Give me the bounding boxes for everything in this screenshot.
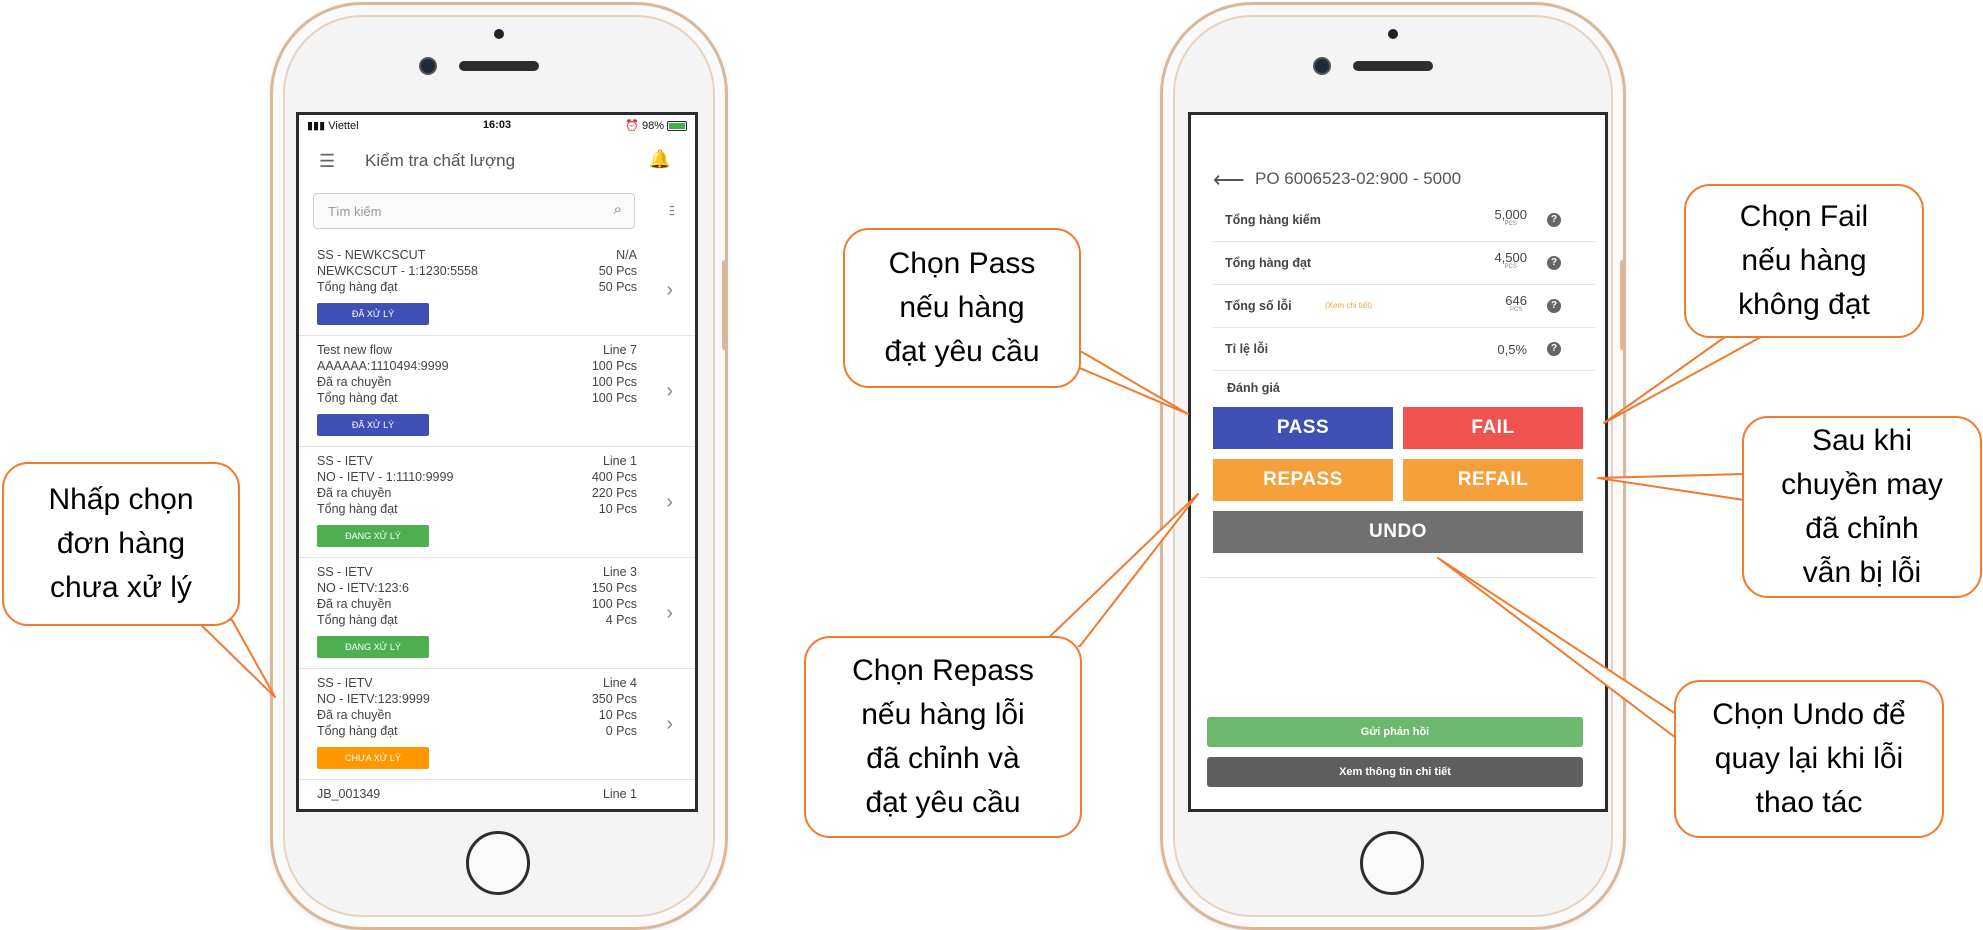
callout-select-order: Nhấp chọn đơn hàng chưa xử lý	[2, 462, 240, 626]
callout-undo: Chọn Undo để quay lại khi lỗi thao tác	[1674, 680, 1944, 838]
callout-refail: Sau khi chuyền may đã chỉnh vẫn bị lỗi	[1742, 416, 1982, 598]
pointer-repass	[1039, 493, 1199, 647]
callout-fail: Chọn Fail nếu hàng không đạt	[1684, 184, 1924, 338]
pointer-fail	[1603, 331, 1771, 424]
callout-pass: Chọn Pass nếu hàng đạt yêu cầu	[843, 228, 1081, 388]
pointer-undo	[1437, 557, 1677, 739]
pointer-select-order	[195, 619, 276, 698]
callout-repass: Chọn Repass nếu hàng lỗi đã chỉnh và đạt…	[804, 636, 1082, 838]
pointer-refail	[1597, 473, 1745, 501]
